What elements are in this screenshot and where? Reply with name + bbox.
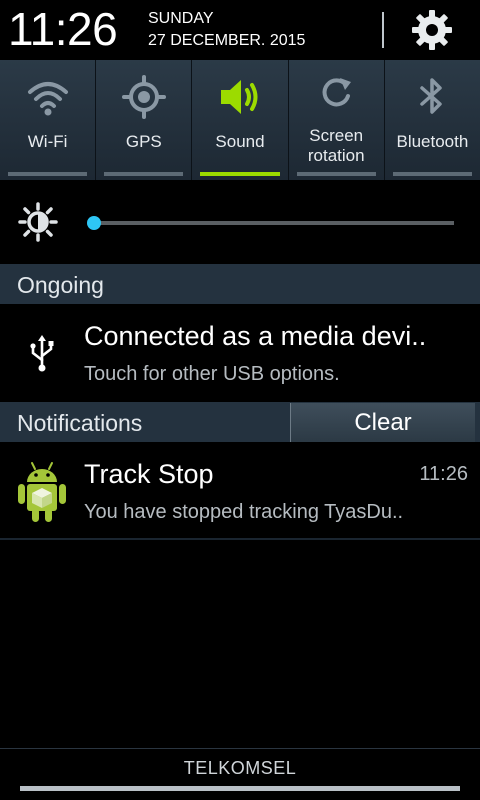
track-stop-notification[interactable]: Track Stop 11:26 You have stopped tracki… (0, 442, 480, 538)
bluetooth-label: Bluetooth (396, 132, 469, 151)
header-divider (382, 12, 384, 48)
drag-handle[interactable] (20, 786, 460, 791)
rotation-state-bar (296, 172, 376, 176)
track-stop-time: 11:26 (419, 463, 468, 485)
notification-divider (0, 538, 480, 540)
gps-label: GPS (125, 132, 162, 151)
footer-divider (0, 748, 480, 749)
usb-notification[interactable]: Connected as a media devi.. Touch for ot… (0, 304, 480, 400)
clock-time: 11:26 (8, 3, 118, 55)
sound-state-bar (200, 172, 280, 176)
ongoing-header: Ongoing (0, 264, 480, 304)
tile-bluetooth[interactable]: Bluetooth (385, 60, 480, 180)
tile-sound[interactable]: Sound (192, 60, 289, 180)
quick-settings-panel: Wi-Fi GPS Sound Screen rotation Bluetoot… (0, 60, 480, 180)
tile-wifi[interactable]: Wi-Fi (0, 60, 97, 180)
notifications-title: Notifications (17, 410, 143, 436)
date-label: 27 DECEMBER. 2015 (148, 32, 306, 49)
clear-button[interactable]: Clear (290, 403, 475, 443)
notifications-header: Notifications Clear (0, 402, 480, 443)
track-stop-subtitle: You have stopped tracking TyasDu.. (84, 501, 404, 523)
wifi-icon (25, 74, 71, 120)
track-stop-title: Track Stop (84, 459, 214, 489)
bluetooth-state-bar (392, 172, 473, 176)
sound-label: Sound (215, 132, 265, 151)
tile-screen-rotation[interactable]: Screen rotation (289, 60, 385, 180)
slider-track (88, 221, 454, 225)
bluetooth-icon (409, 74, 455, 120)
gps-state-bar (104, 172, 184, 176)
status-header: 11:26 SUNDAY 27 DECEMBER. 2015 (0, 0, 480, 60)
tile-gps[interactable]: GPS (96, 60, 193, 180)
brightness-row (0, 180, 480, 264)
settings-gear-icon[interactable] (410, 8, 454, 52)
android-app-icon (12, 460, 72, 524)
day-label: SUNDAY (148, 10, 214, 27)
usb-notification-subtitle: Touch for other USB options. (84, 363, 340, 385)
usb-icon (26, 334, 58, 374)
brightness-slider[interactable] (86, 216, 454, 230)
usb-notification-title: Connected as a media devi.. (84, 321, 427, 351)
sound-icon (217, 74, 263, 120)
ongoing-title: Ongoing (17, 272, 104, 298)
rotation-icon (313, 70, 359, 116)
wifi-state-bar (8, 172, 88, 176)
carrier-label: TELKOMSEL (183, 758, 297, 778)
wifi-label: Wi-Fi (27, 132, 68, 151)
slider-thumb[interactable] (86, 216, 101, 230)
brightness-icon (18, 202, 58, 242)
screen-rotation-label: Screen rotation (307, 126, 365, 165)
gps-icon (121, 74, 167, 120)
